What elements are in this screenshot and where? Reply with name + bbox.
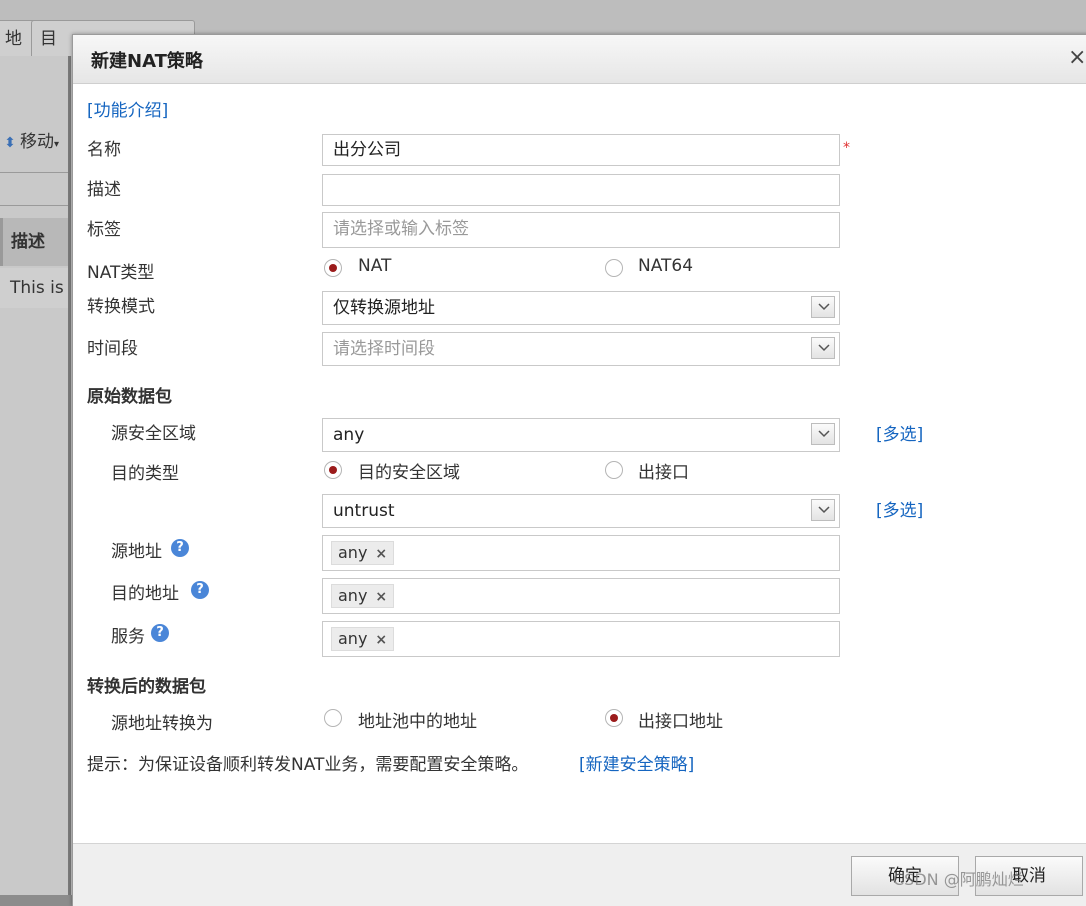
nat-radio-label[interactable]: NAT <box>358 256 391 276</box>
help-icon[interactable]: ? <box>171 539 189 557</box>
background-table-header: 描述 <box>0 218 70 266</box>
remove-tag-icon[interactable]: × <box>375 589 387 605</box>
service-label: 服务 <box>111 627 145 647</box>
required-mark: * <box>843 140 850 156</box>
src-addr-label: 源地址 <box>111 542 162 562</box>
chevron-down-icon[interactable] <box>811 296 835 318</box>
background-divider <box>0 172 70 173</box>
dst-zone-multi-select-link[interactable]: [多选] <box>876 496 923 521</box>
chevron-down-icon[interactable] <box>811 499 835 521</box>
remove-tag-icon[interactable]: × <box>375 546 387 562</box>
background-edge <box>68 56 71 895</box>
dst-addr-label: 目的地址 <box>111 584 179 604</box>
close-icon[interactable]: × <box>1068 45 1086 70</box>
dst-type-label: 目的类型 <box>111 464 179 484</box>
watermark: CSDN @阿鹏灿烂 <box>893 870 1024 889</box>
src-addr-tag: any × <box>331 541 395 565</box>
time-select[interactable]: 请选择时间段 <box>322 332 840 366</box>
help-icon[interactable]: ? <box>191 581 209 599</box>
new-nat-policy-dialog: 新建NAT策略 × [功能介绍] 名称 出分公司 * 描述 标签 请选择或输入标… <box>72 34 1086 906</box>
background-move-button[interactable]: ⬍ 移动▾ <box>0 120 70 164</box>
service-input[interactable]: any × <box>322 621 840 657</box>
dst-addr-input[interactable]: any × <box>322 578 840 614</box>
translated-packet-section: 转换后的数据包 <box>87 677 206 697</box>
out-interface-radio-label[interactable]: 出接口 <box>638 458 689 483</box>
help-icon[interactable]: ? <box>151 624 169 642</box>
name-label: 名称 <box>87 140 121 160</box>
name-input[interactable]: 出分公司 <box>322 134 840 166</box>
intro-link[interactable]: [功能介绍] <box>87 96 168 121</box>
tag-label: 标签 <box>87 220 121 240</box>
mode-select[interactable]: 仅转换源地址 <box>322 291 840 325</box>
address-pool-radio-label[interactable]: 地址池中的地址 <box>358 707 477 732</box>
src-addr-input[interactable]: any × <box>322 535 840 571</box>
dst-addr-tag: any × <box>331 584 395 608</box>
nat64-radio[interactable] <box>605 259 623 277</box>
out-interface-address-radio[interactable] <box>605 709 623 727</box>
mode-select-value: 仅转换源地址 <box>333 298 435 318</box>
mode-label: 转换模式 <box>87 297 155 317</box>
chevron-down-icon[interactable] <box>811 337 835 359</box>
out-interface-radio[interactable] <box>605 461 623 479</box>
nat64-radio-label[interactable]: NAT64 <box>638 256 693 276</box>
new-security-policy-link[interactable]: [新建安全策略] <box>579 750 694 775</box>
time-label: 时间段 <box>87 339 138 359</box>
original-packet-section: 原始数据包 <box>87 387 172 407</box>
hint-text: 提示：为保证设备顺利转发NAT业务，需要配置安全策略。 <box>87 755 529 775</box>
dialog-body: [功能介绍] 名称 出分公司 * 描述 标签 请选择或输入标签 NAT类型 NA… <box>75 84 1086 844</box>
src-zone-label: 源安全区域 <box>111 424 196 444</box>
background-divider <box>0 205 70 206</box>
src-zone-select[interactable]: any <box>322 418 840 452</box>
move-label: 移动 <box>20 132 54 152</box>
remove-tag-icon[interactable]: × <box>375 632 387 648</box>
move-icon: ⬍ <box>4 135 16 151</box>
background-table-row[interactable]: This is <box>0 268 70 308</box>
description-input[interactable] <box>322 174 840 206</box>
src-zone-multi-select-link[interactable]: [多选] <box>876 420 923 445</box>
dst-zone-value: untrust <box>333 501 395 521</box>
dialog-title: 新建NAT策略 <box>91 51 203 72</box>
out-interface-address-radio-label[interactable]: 出接口地址 <box>638 707 723 732</box>
nat-radio[interactable] <box>324 259 342 277</box>
description-label: 描述 <box>87 180 121 200</box>
dst-zone-radio[interactable] <box>324 461 342 479</box>
address-pool-radio[interactable] <box>324 709 342 727</box>
chevron-down-icon[interactable] <box>811 423 835 445</box>
service-tag: any × <box>331 627 395 651</box>
dst-zone-select[interactable]: untrust <box>322 494 840 528</box>
time-select-placeholder: 请选择时间段 <box>333 339 435 359</box>
dialog-header: 新建NAT策略 × <box>73 35 1086 84</box>
dst-zone-radio-label[interactable]: 目的安全区域 <box>358 458 460 483</box>
dst-addr-tag-text: any <box>338 586 368 605</box>
service-tag-text: any <box>338 629 368 648</box>
src-trans-label: 源地址转换为 <box>111 714 213 734</box>
tag-input[interactable]: 请选择或输入标签 <box>322 212 840 248</box>
nat-type-label: NAT类型 <box>87 263 155 283</box>
src-zone-value: any <box>333 425 365 445</box>
src-addr-tag-text: any <box>338 543 368 562</box>
